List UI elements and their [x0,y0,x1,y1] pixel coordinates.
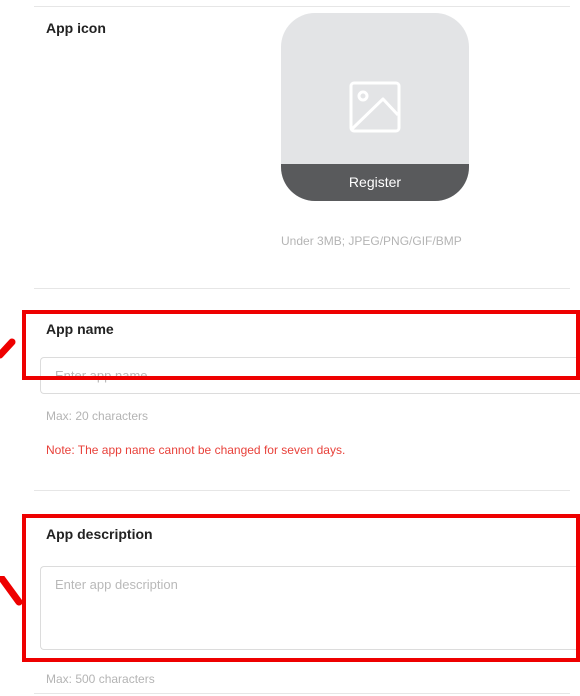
bottom-divider [34,693,570,694]
top-divider [34,6,570,7]
annotation-arrow-app-name [0,338,16,359]
app-name-input[interactable] [40,357,580,394]
app-name-max-hint: Max: 20 characters [46,409,149,423]
app-icon-format-hint: Under 3MB; JPEG/PNG/GIF/BMP [281,234,462,248]
app-name-change-note: Note: The app name cannot be changed for… [46,443,346,457]
section-divider [34,490,570,491]
app-description-label: App description [46,526,153,542]
app-icon-uploader[interactable]: Register [281,13,469,201]
app-icon-label: App icon [46,20,106,36]
app-description-textarea[interactable] [40,566,580,650]
app-name-label: App name [46,321,114,337]
image-placeholder-icon [349,81,401,133]
section-divider [34,288,570,289]
app-description-max-hint: Max: 500 characters [46,672,155,686]
annotation-arrow-app-description [0,576,23,606]
register-button[interactable]: Register [281,164,469,201]
